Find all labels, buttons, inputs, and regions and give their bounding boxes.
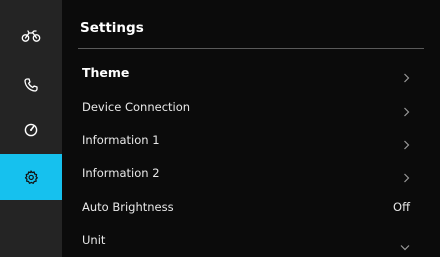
chevron-right-icon bbox=[403, 102, 410, 121]
motorcycle-icon bbox=[21, 29, 41, 43]
header-divider bbox=[78, 48, 424, 49]
sidebar-item-speed[interactable] bbox=[0, 107, 62, 153]
menu-item-information-2[interactable]: Information 2 bbox=[62, 158, 440, 190]
auto-brightness-value: Off bbox=[393, 200, 410, 214]
sidebar-item-settings[interactable] bbox=[0, 154, 62, 200]
menu-item-label: Information 1 bbox=[82, 133, 160, 147]
gear-icon bbox=[24, 170, 38, 184]
menu-item-label: Auto Brightness bbox=[82, 200, 174, 214]
menu-item-label: Unit bbox=[82, 233, 106, 247]
sidebar bbox=[0, 0, 62, 257]
sidebar-item-vehicle[interactable] bbox=[0, 13, 62, 59]
menu-item-label: Information 2 bbox=[82, 166, 160, 180]
settings-panel: Settings Theme Device Connection Informa… bbox=[62, 0, 440, 257]
menu-item-device-connection[interactable]: Device Connection bbox=[62, 92, 440, 124]
chevron-right-icon bbox=[403, 168, 410, 187]
menu-item-unit[interactable]: Unit bbox=[62, 225, 440, 257]
chevron-down-icon bbox=[400, 236, 410, 255]
chevron-right-icon bbox=[403, 68, 410, 87]
speedometer-icon bbox=[24, 123, 38, 137]
menu-item-label: Device Connection bbox=[82, 100, 191, 114]
phone-icon bbox=[24, 78, 38, 92]
menu-item-information-1[interactable]: Information 1 bbox=[62, 125, 440, 157]
menu-item-theme[interactable]: Theme bbox=[62, 58, 440, 90]
chevron-right-icon bbox=[403, 135, 410, 154]
page-title: Settings bbox=[80, 20, 144, 36]
menu-item-label: Theme bbox=[82, 65, 130, 80]
sidebar-item-phone[interactable] bbox=[0, 62, 62, 108]
settings-screen: Settings Theme Device Connection Informa… bbox=[0, 0, 440, 257]
menu-item-auto-brightness[interactable]: Auto Brightness Off bbox=[62, 192, 440, 224]
